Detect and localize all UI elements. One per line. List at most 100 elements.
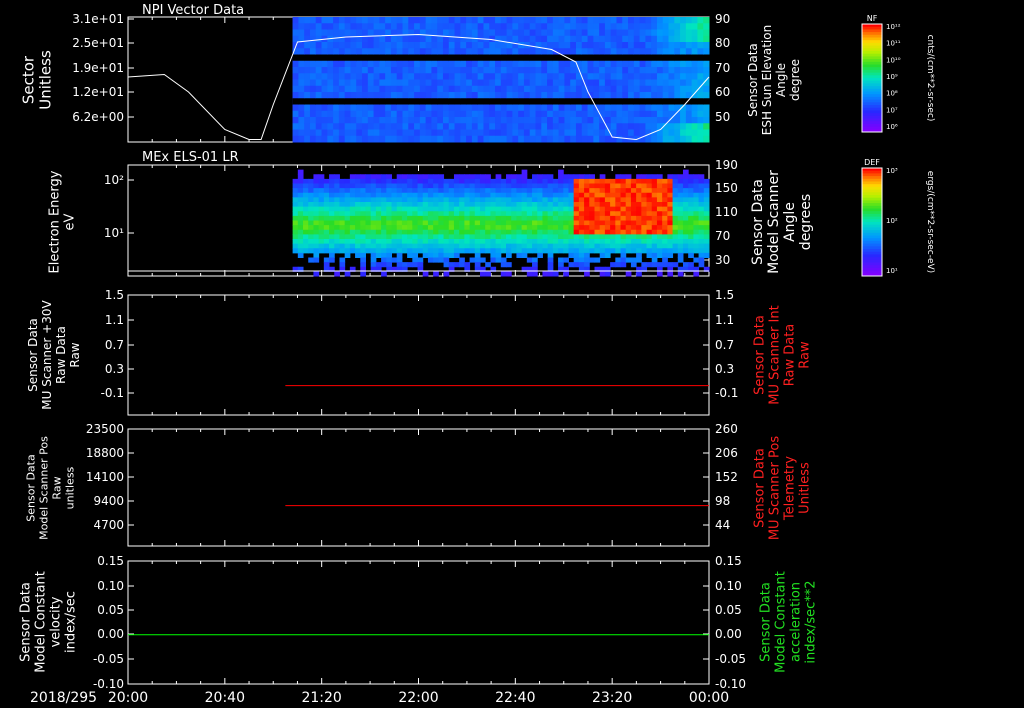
panel-2-heatmap-cell — [474, 225, 481, 231]
panel-1-heatmap-cell — [385, 110, 392, 118]
panel-2-heatmap-cell — [656, 262, 663, 268]
panel-2-heatmap-cell — [610, 202, 616, 208]
panel-1-heatmap-cell — [552, 29, 560, 37]
panel-1-heatmap-cell — [610, 54, 617, 62]
panel-1-heatmap-cell — [691, 79, 698, 87]
panel-2-heatmap-cell — [511, 197, 517, 203]
panel-2-heatmap-cell — [521, 183, 528, 189]
panel-1-heatmap-cell — [529, 98, 537, 105]
panel-2-heatmap-cell — [453, 252, 460, 258]
panel-1-heatmap-cell — [691, 135, 698, 143]
panel-1-heatmap-cell — [668, 98, 675, 105]
panel-1-heatmap-cell — [466, 60, 473, 68]
panel-2-heatmap-cell — [698, 188, 705, 194]
panel-1-heatmap-cell — [466, 135, 473, 143]
panel-2-heatmap-cell — [625, 197, 632, 203]
panel-1-heatmap-cell — [454, 54, 461, 62]
panel-1-heatmap-cell — [373, 29, 380, 37]
panel-2-heatmap-cell — [625, 248, 632, 254]
panel-2-heatmap-cell — [516, 234, 523, 240]
panel-2-heatmap-cell — [584, 192, 590, 198]
panel-2-heatmap-cell — [568, 252, 575, 258]
panel-1-heatmap-cell — [691, 48, 698, 55]
panel-2-heatmap-cell — [292, 215, 299, 221]
panel-2-heatmap-cell — [370, 252, 377, 258]
panel-1-heatmap-cell — [454, 48, 461, 55]
panel-1-heatmap-cell — [321, 129, 328, 137]
panel-1-heatmap-cell — [639, 23, 646, 30]
panel-1-heatmap-cell — [344, 60, 351, 68]
panel-2-y2-tick-label: 150 — [715, 181, 738, 195]
panel-1-heatmap-cell — [425, 135, 432, 143]
panel-1-heatmap-cell — [604, 117, 612, 124]
panel-2-heatmap-cell — [594, 225, 601, 231]
panel-1-heatmap-cell — [442, 23, 450, 30]
panel-1-heatmap-cell — [460, 98, 467, 105]
panel-1-heatmap-cell — [674, 23, 681, 30]
panel-2-heatmap-cell — [422, 192, 429, 198]
panel-1-y-tick-label: 1.2e+01 — [72, 85, 124, 99]
panel-2-heatmap-cell — [448, 192, 455, 198]
panel-1-heatmap-cell — [408, 123, 415, 130]
panel-1-heatmap-cell — [523, 54, 531, 62]
panel-1-heatmap-cell — [448, 60, 456, 68]
panel-2-heatmap-cell — [474, 211, 481, 217]
panel-1-heatmap-cell — [651, 29, 658, 37]
panel-1-heatmap-cell — [529, 129, 537, 137]
panel-2-heatmap-cell — [495, 188, 502, 194]
panel-1-heatmap-cell — [662, 110, 670, 118]
panel-1-heatmap-cell — [471, 42, 479, 49]
panel-2-heatmap-cell — [703, 188, 710, 194]
panel-2-heatmap-cell — [563, 178, 569, 184]
panel-1-heatmap-cell — [500, 54, 508, 62]
panel-2-heatmap-cell — [396, 206, 403, 212]
panel-2-heatmap-cell — [323, 178, 330, 184]
panel-2-heatmap-cell — [443, 178, 450, 184]
panel-2-heatmap-cell — [542, 206, 549, 212]
panel-1-heatmap-cell — [333, 85, 340, 93]
panel-1-heatmap-cell — [628, 48, 635, 55]
panel-1-heatmap-cell — [431, 92, 438, 99]
panel-2-heatmap-cell — [464, 174, 471, 180]
panel-2-heatmap-cell — [511, 243, 517, 249]
panel-2-heatmap-cell — [334, 225, 340, 231]
panel-4-y-label: Raw — [51, 476, 64, 499]
panel-2-heatmap-cell — [682, 215, 689, 221]
panel-2-heatmap-cell — [469, 229, 476, 235]
panel-2-heatmap-cell — [532, 192, 538, 198]
panel-1-heatmap-cell — [379, 92, 386, 99]
panel-2-heatmap-cell — [308, 206, 314, 212]
panel-2-heatmap-cell — [396, 178, 403, 184]
panel-1-heatmap-cell — [656, 73, 664, 80]
panel-2-heatmap-cell — [615, 206, 622, 212]
panel-2-heatmap-cell — [485, 248, 491, 254]
panel-1-heatmap-cell — [356, 129, 363, 137]
panel-2-heatmap-cell — [407, 215, 413, 221]
panel-1-heatmap-cell — [321, 42, 328, 49]
panel-1-heatmap-cell — [645, 35, 652, 43]
panel-1-heatmap-cell — [304, 67, 311, 74]
panel-1-heatmap-cell — [697, 48, 704, 55]
panel-2-heatmap-cell — [355, 243, 361, 249]
panel-2-heatmap-cell — [339, 183, 346, 189]
panel-1-y2-tick-label: 60 — [715, 85, 730, 99]
panel-1-heatmap-cell — [495, 42, 502, 49]
panel-2-heatmap-cell — [672, 192, 679, 198]
panel-2-heatmap-cell — [558, 178, 564, 184]
panel-1-heatmap-cell — [604, 23, 612, 30]
panel-2-heatmap-cell — [479, 197, 486, 203]
panel-4-y2-tick-label: 152 — [715, 470, 738, 484]
panel-1-heatmap-cell — [373, 135, 380, 143]
panel-1-heatmap-cell — [304, 73, 311, 80]
panel-2-heatmap-cell — [573, 229, 580, 235]
panel-1-heatmap-cell — [668, 92, 675, 99]
panel-2-heatmap-cell — [453, 206, 460, 212]
panel-1-heatmap-cell — [691, 23, 698, 30]
panel-1-heatmap-cell — [466, 17, 473, 24]
panel-2-heatmap-cell — [329, 225, 335, 231]
panel-1-heatmap-cell — [309, 29, 317, 37]
panel-2-heatmap-cell — [573, 215, 580, 221]
panel-2-heatmap-cell — [599, 202, 606, 208]
panel-2-heatmap-cell — [594, 229, 601, 235]
panel-1-heatmap-cell — [414, 110, 421, 118]
